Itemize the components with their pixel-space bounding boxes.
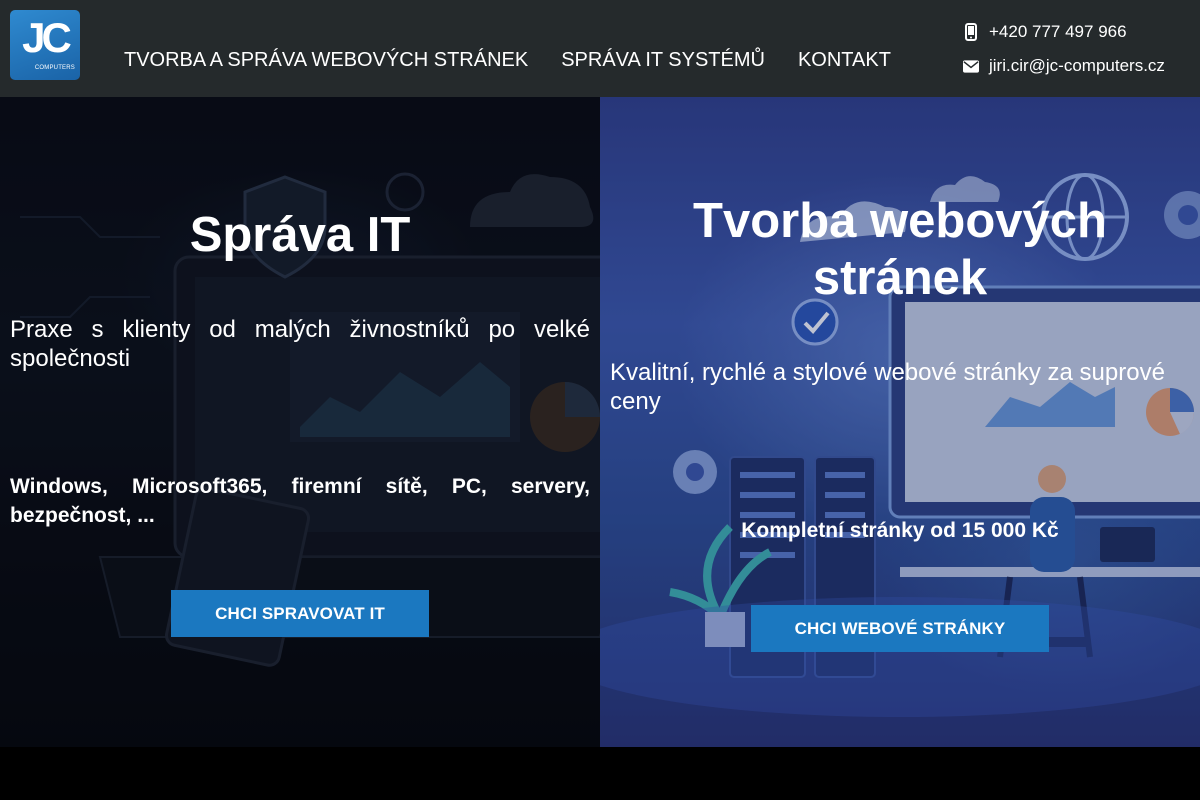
web-development-title: Tvorba webových stránek [600,193,1200,307]
email-contact: jiri.cir@jc-computers.cz [963,54,1193,78]
it-administration-features: Windows, Microsoft365, firemní sítě, PC,… [10,475,590,527]
page-bottom-area [0,747,1200,800]
envelope-icon [963,56,979,76]
main-nav: TVORBA A SPRÁVA WEBOVÝCH STRÁNEK SPRÁVA … [124,48,891,72]
header-contacts: +420 777 497 966 jiri.cir@jc-computers.c… [963,20,1193,88]
site-header: JC COMPUTERS TVORBA A SPRÁVA WEBOVÝCH ST… [0,0,1200,97]
web-development-price: Kompletní stránky od 15 000 Kč [741,519,1059,542]
background-illustration-it [0,97,600,747]
hero-panel-web-development: Tvorba webových stránek Kvalitní, rychlé… [600,97,1200,747]
it-administration-title: Správa IT [189,208,411,262]
site-logo[interactable]: JC COMPUTERS [10,10,80,80]
hero-panel-it-administration: Správa IT Praxe s klienty od malých živn… [0,97,600,747]
web-development-title-line1: Tvorba webových [693,194,1107,248]
nav-item-it-administration[interactable]: SPRÁVA IT SYSTÉMŮ [561,48,765,72]
logo-text: COMPUTERS [34,65,75,71]
logo-mark: JC [22,14,72,61]
email-link[interactable]: jiri.cir@jc-computers.cz [989,56,1165,76]
web-development-title-line2: stránek [812,251,988,305]
it-administration-lead: Praxe s klienty od malých živnostníků po… [10,316,590,372]
web-development-cta-button[interactable]: CHCI WEBOVÉ STRÁNKY [751,605,1049,652]
web-development-lead: Kvalitní, rychlé a stylové webové stránk… [610,359,1165,415]
mobile-phone-icon [963,22,979,42]
it-administration-cta-button[interactable]: CHCI SPRAVOVAT IT [171,590,429,637]
nav-item-web-development[interactable]: TVORBA A SPRÁVA WEBOVÝCH STRÁNEK [124,48,528,72]
nav-item-contact[interactable]: KONTAKT [798,48,891,72]
phone-link[interactable]: +420 777 497 966 [989,22,1127,42]
phone-contact: +420 777 497 966 [963,20,1193,44]
